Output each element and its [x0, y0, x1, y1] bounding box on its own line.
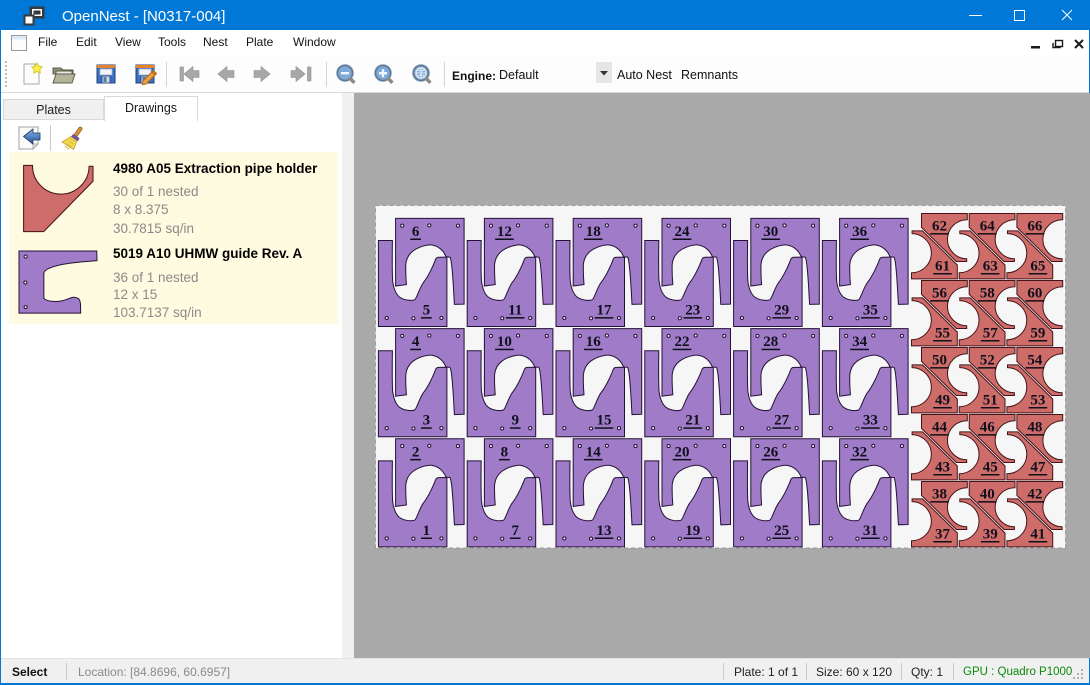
- svg-text:30: 30: [763, 224, 778, 240]
- svg-text:3: 3: [423, 413, 431, 429]
- svg-text:2: 2: [412, 444, 420, 460]
- svg-text:5: 5: [423, 303, 431, 319]
- svg-text:18: 18: [586, 224, 601, 240]
- svg-text:22: 22: [675, 334, 690, 350]
- svg-text:23: 23: [685, 303, 700, 319]
- svg-text:32: 32: [852, 444, 867, 460]
- svg-text:27: 27: [774, 413, 790, 429]
- svg-text:7: 7: [511, 523, 519, 539]
- svg-text:14: 14: [586, 444, 602, 460]
- svg-text:49: 49: [935, 392, 950, 408]
- svg-text:8: 8: [501, 444, 509, 460]
- svg-text:40: 40: [980, 487, 995, 503]
- svg-text:54: 54: [1027, 353, 1043, 369]
- svg-text:65: 65: [1030, 258, 1045, 274]
- svg-text:48: 48: [1027, 420, 1042, 436]
- svg-text:16: 16: [586, 334, 602, 350]
- svg-text:50: 50: [932, 353, 947, 369]
- svg-text:21: 21: [685, 413, 700, 429]
- svg-text:60: 60: [1027, 286, 1042, 302]
- svg-text:39: 39: [983, 526, 998, 542]
- svg-text:44: 44: [932, 420, 948, 436]
- svg-text:46: 46: [980, 420, 996, 436]
- svg-text:13: 13: [597, 523, 612, 539]
- svg-text:19: 19: [685, 523, 700, 539]
- svg-text:1: 1: [423, 523, 431, 539]
- svg-text:17: 17: [597, 303, 613, 319]
- svg-text:31: 31: [863, 523, 878, 539]
- svg-text:63: 63: [983, 258, 998, 274]
- svg-text:59: 59: [1030, 325, 1045, 341]
- svg-text:47: 47: [1030, 459, 1046, 475]
- svg-text:45: 45: [983, 459, 998, 475]
- svg-text:53: 53: [1030, 392, 1045, 408]
- svg-text:56: 56: [932, 286, 948, 302]
- svg-text:37: 37: [935, 526, 951, 542]
- svg-text:51: 51: [983, 392, 998, 408]
- svg-text:38: 38: [932, 487, 947, 503]
- svg-text:10: 10: [497, 334, 512, 350]
- svg-text:35: 35: [863, 303, 878, 319]
- svg-text:61: 61: [935, 258, 950, 274]
- svg-text:43: 43: [935, 459, 950, 475]
- svg-text:33: 33: [863, 413, 878, 429]
- svg-text:4: 4: [412, 334, 420, 350]
- svg-text:28: 28: [763, 334, 778, 350]
- svg-text:25: 25: [774, 523, 789, 539]
- svg-text:55: 55: [935, 325, 950, 341]
- svg-text:6: 6: [412, 224, 420, 240]
- svg-text:9: 9: [511, 413, 519, 429]
- svg-text:62: 62: [932, 219, 947, 235]
- svg-text:42: 42: [1027, 487, 1042, 503]
- svg-text:20: 20: [675, 444, 690, 460]
- svg-text:34: 34: [852, 334, 868, 350]
- svg-text:64: 64: [980, 219, 996, 235]
- svg-text:66: 66: [1027, 219, 1043, 235]
- svg-text:41: 41: [1030, 526, 1045, 542]
- svg-text:58: 58: [980, 286, 995, 302]
- svg-text:12: 12: [497, 224, 512, 240]
- svg-text:57: 57: [983, 325, 999, 341]
- svg-text:52: 52: [980, 353, 995, 369]
- svg-text:26: 26: [763, 444, 779, 460]
- svg-text:36: 36: [852, 224, 868, 240]
- svg-text:24: 24: [675, 224, 691, 240]
- svg-text:11: 11: [508, 303, 522, 319]
- svg-text:15: 15: [597, 413, 612, 429]
- svg-text:29: 29: [774, 303, 789, 319]
